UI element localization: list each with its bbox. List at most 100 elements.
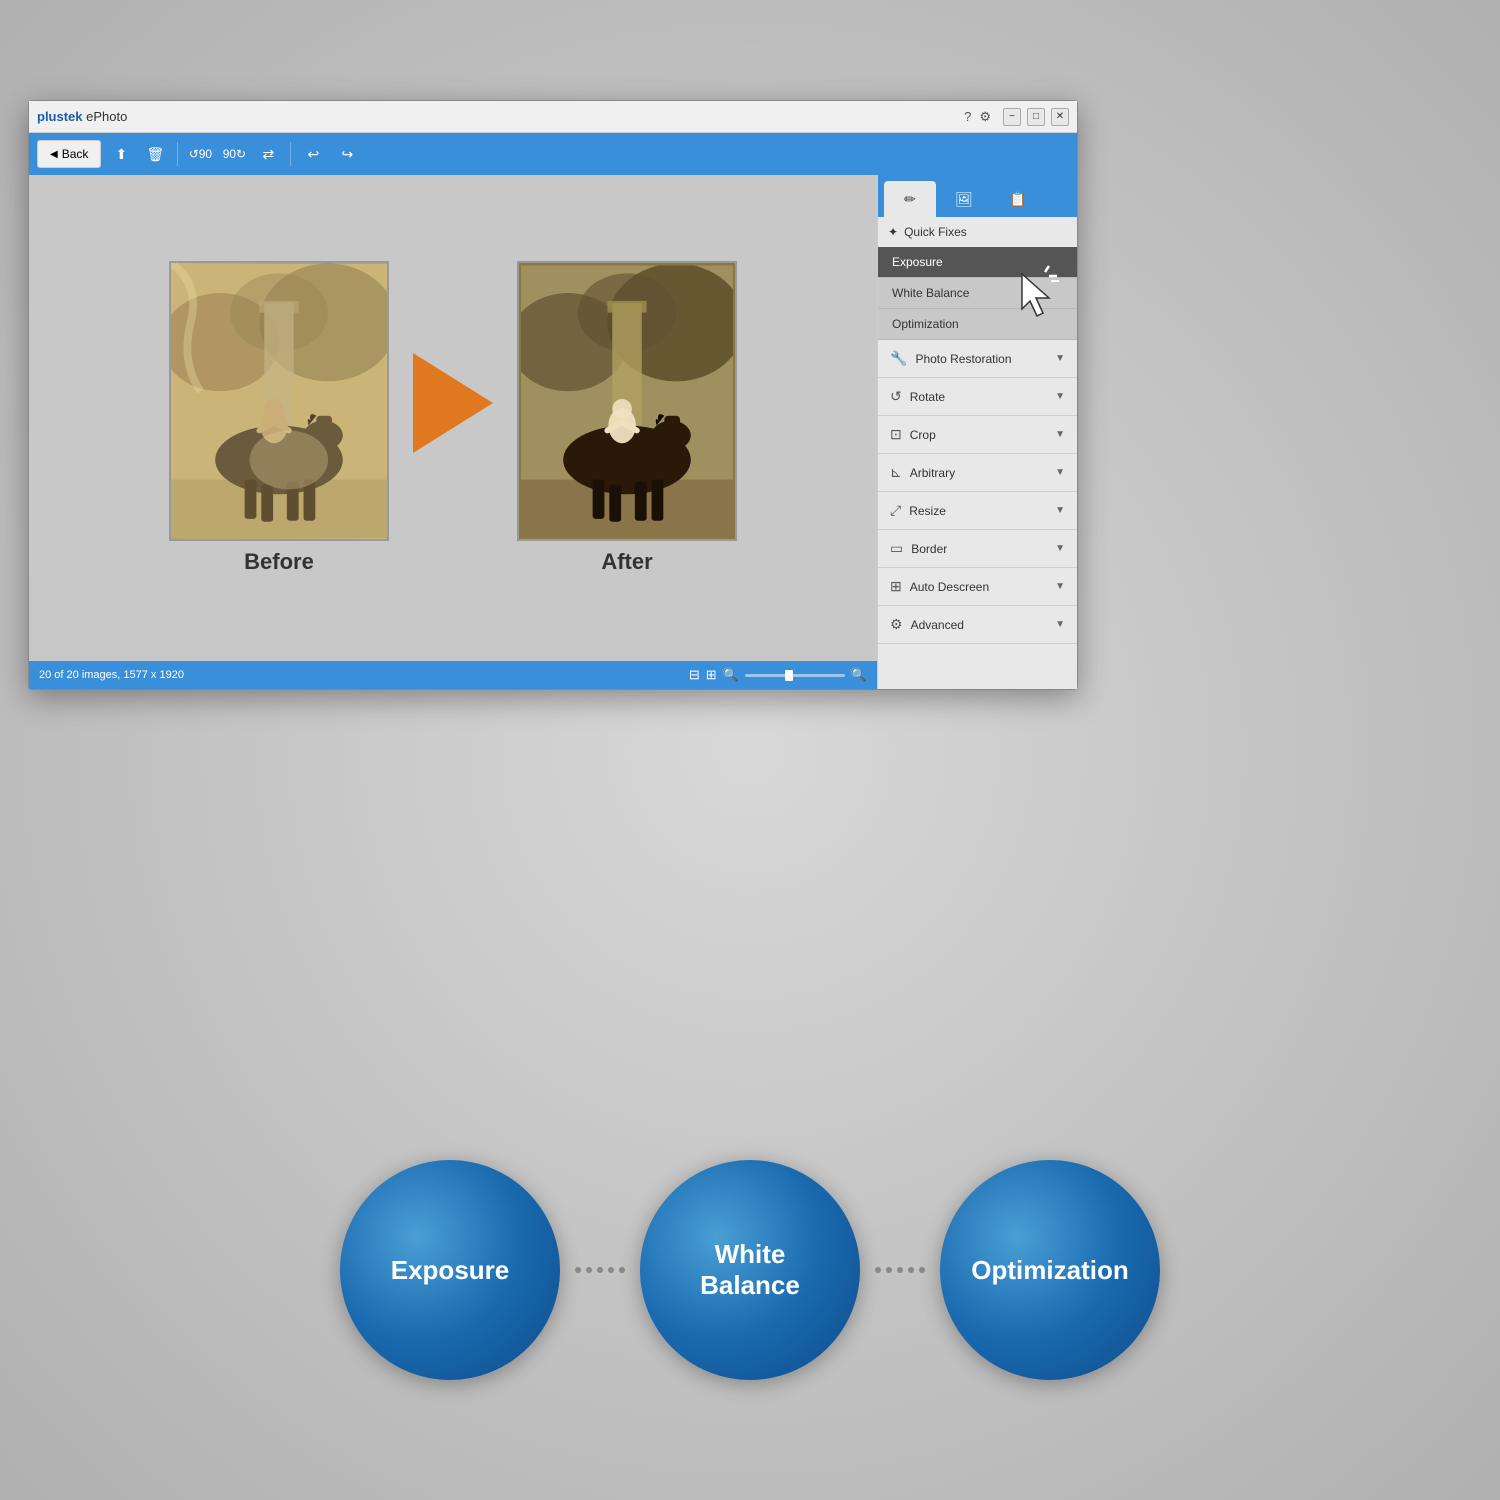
help-icon[interactable]: ? <box>964 109 971 125</box>
delete-icon[interactable]: 🗑 <box>141 140 169 168</box>
section-advanced-label: Advanced <box>911 618 964 632</box>
redo-icon[interactable]: ↪ <box>333 140 361 168</box>
section-resize-label: Resize <box>909 504 946 518</box>
rotate-chevron: ▼ <box>1055 391 1065 402</box>
minimize-button[interactable]: − <box>1003 108 1021 126</box>
right-panel: ✏ 🖼 📋 ✦ Quick Fixes Exposure White Balan… <box>877 175 1077 689</box>
dot <box>886 1267 892 1273</box>
upload-icon[interactable]: ⬆ <box>107 140 135 168</box>
quick-fixes-label: Quick Fixes <box>904 225 967 239</box>
dots-2 <box>875 1267 925 1273</box>
zoom-slider-handle <box>785 670 793 681</box>
section-rotate-left: ↺ Rotate <box>890 388 945 405</box>
dot <box>608 1267 614 1273</box>
circle-optimization-label: Optimization <box>971 1255 1128 1286</box>
section-advanced[interactable]: ⚙ Advanced ▼ <box>878 606 1077 644</box>
section-arbitrary[interactable]: ⊾ Arbitrary ▼ <box>878 454 1077 492</box>
section-photo-restoration-label: Photo Restoration <box>915 352 1011 366</box>
panel-tabs: ✏ 🖼 📋 <box>878 175 1077 217</box>
tab-enhance[interactable]: 🖼 <box>938 181 990 217</box>
app-window: plustek ePhoto ? ⚙ − □ ✕ Back ⬆ 🗑 ↺90 90… <box>28 100 1078 690</box>
section-border[interactable]: ▭ Border ▼ <box>878 530 1077 568</box>
title-bar-icons: ? ⚙ <box>964 109 991 125</box>
auto-descreen-chevron: ▼ <box>1055 581 1065 592</box>
section-border-left: ▭ Border <box>890 540 947 557</box>
flip-icon[interactable]: ⇄ <box>254 140 282 168</box>
rotate-section-icon: ↺ <box>890 388 902 405</box>
status-bar: 20 of 20 images, 1577 x 1920 ⊟ ⊞ 🔍 🔍 <box>29 661 877 689</box>
circle-exposure: Exposure <box>340 1160 560 1380</box>
canvas-content: Before <box>29 175 877 661</box>
zoom-in-icon[interactable]: 🔍 <box>851 667 867 683</box>
close-button[interactable]: ✕ <box>1051 108 1069 126</box>
connector-2 <box>860 1267 940 1273</box>
after-label: After <box>601 549 652 575</box>
toolbar-separator-2 <box>290 142 291 166</box>
crop-chevron: ▼ <box>1055 429 1065 440</box>
connector-1 <box>560 1267 640 1273</box>
section-arbitrary-label: Arbitrary <box>910 466 955 480</box>
section-advanced-left: ⚙ Advanced <box>890 616 964 633</box>
settings-icon[interactable]: ⚙ <box>979 109 991 125</box>
quick-fixes-items: Exposure White Balance Optimization <box>878 247 1077 340</box>
tab-share[interactable]: 📋 <box>992 181 1044 217</box>
resize-chevron: ▼ <box>1055 505 1065 516</box>
toolbar-separator-1 <box>177 142 178 166</box>
section-resize[interactable]: ⤢ Resize ▼ <box>878 492 1077 530</box>
dot <box>597 1267 603 1273</box>
app-title-normal: ePhoto <box>83 109 128 124</box>
zoom-slider[interactable] <box>745 674 845 677</box>
circle-white-balance: White Balance <box>640 1160 860 1380</box>
rotate-right-icon[interactable]: 90↻ <box>220 140 248 168</box>
section-photo-restoration-left: 🔧 Photo Restoration <box>890 350 1012 367</box>
section-crop[interactable]: ⊡ Crop ▼ <box>878 416 1077 454</box>
circle-optimization: Optimization <box>940 1160 1160 1380</box>
before-after-arrow <box>413 353 493 453</box>
resize-icon: ⤢ <box>890 502 901 519</box>
section-arbitrary-left: ⊾ Arbitrary <box>890 464 955 481</box>
back-button[interactable]: Back <box>37 140 101 168</box>
section-rotate-label: Rotate <box>910 390 945 404</box>
quick-fixes-header: ✦ Quick Fixes <box>878 217 1077 247</box>
toolbar: Back ⬆ 🗑 ↺90 90↻ ⇄ ↩ ↪ <box>29 133 1077 175</box>
advanced-icon: ⚙ <box>890 616 903 633</box>
grid-icon[interactable]: ⊞ <box>706 667 717 683</box>
status-info: 20 of 20 images, 1577 x 1920 <box>39 669 184 681</box>
section-crop-label: Crop <box>910 428 936 442</box>
before-label: Before <box>244 549 314 575</box>
section-rotate[interactable]: ↺ Rotate ▼ <box>878 378 1077 416</box>
tab-edit[interactable]: ✏ <box>884 181 936 217</box>
undo-icon[interactable]: ↩ <box>299 140 327 168</box>
qf-white-balance[interactable]: White Balance <box>878 278 1077 309</box>
compare-icon[interactable]: ⊟ <box>689 667 700 683</box>
section-photo-restoration[interactable]: 🔧 Photo Restoration ▼ <box>878 340 1077 378</box>
after-photo-container: After <box>517 261 737 575</box>
zoom-out-icon[interactable]: 🔍 <box>723 667 739 683</box>
status-tools: ⊟ ⊞ 🔍 🔍 <box>689 667 867 683</box>
circle-exposure-label: Exposure <box>391 1255 510 1286</box>
dot <box>897 1267 903 1273</box>
section-crop-left: ⊡ Crop <box>890 426 936 443</box>
canvas-area: Before <box>29 175 877 689</box>
main-area: Before <box>29 175 1077 689</box>
dot <box>908 1267 914 1273</box>
window-controls: − □ ✕ <box>1003 108 1069 126</box>
title-bar: plustek ePhoto ? ⚙ − □ ✕ <box>29 101 1077 133</box>
section-auto-descreen[interactable]: ⊞ Auto Descreen ▼ <box>878 568 1077 606</box>
border-chevron: ▼ <box>1055 543 1065 554</box>
section-resize-left: ⤢ Resize <box>890 502 946 519</box>
qf-optimization[interactable]: Optimization <box>878 309 1077 340</box>
dot <box>619 1267 625 1273</box>
qf-exposure[interactable]: Exposure <box>878 247 1077 278</box>
rotate-left-icon[interactable]: ↺90 <box>186 140 214 168</box>
photo-restoration-chevron: ▼ <box>1055 353 1065 364</box>
dot <box>919 1267 925 1273</box>
before-photo-container: Before <box>169 261 389 575</box>
dot <box>586 1267 592 1273</box>
section-auto-descreen-label: Auto Descreen <box>910 580 989 594</box>
dot <box>875 1267 881 1273</box>
crop-section-icon: ⊡ <box>890 426 902 443</box>
dot <box>575 1267 581 1273</box>
auto-descreen-icon: ⊞ <box>890 578 902 595</box>
maximize-button[interactable]: □ <box>1027 108 1045 126</box>
